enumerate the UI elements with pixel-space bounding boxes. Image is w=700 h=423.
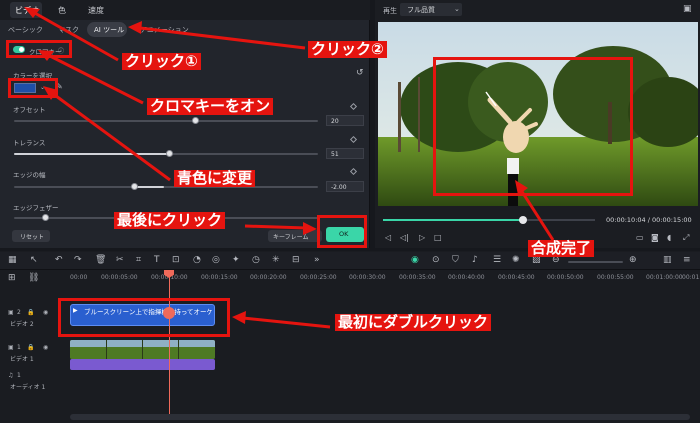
annotation-first-double-click: 最初にダブルクリック — [335, 313, 492, 332]
annotation-chroma-on: クロマキーをオン — [147, 97, 274, 116]
annotation-click2: クリック② — [308, 40, 387, 59]
annotation-composite-done: 合成完了 — [528, 239, 595, 258]
annotation-click1: クリック① — [122, 52, 201, 71]
annotation-last-click: 最後にクリック — [114, 211, 226, 230]
annotation-arrows — [24, 7, 555, 329]
annotation-blue-change: 青色に変更 — [174, 169, 256, 188]
